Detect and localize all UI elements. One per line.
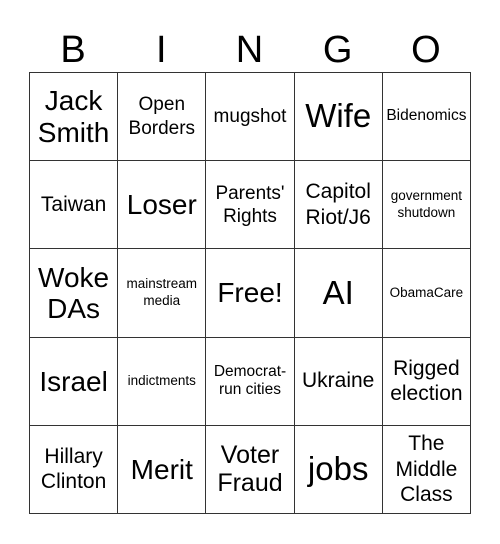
- bingo-cell[interactable]: mugshot: [206, 73, 295, 162]
- header-letter-n: N: [235, 29, 264, 71]
- header-letter-g: G: [322, 29, 353, 71]
- bingo-cell[interactable]: Rigged election: [382, 337, 471, 426]
- header-letter-i: I: [156, 29, 167, 71]
- bingo-cell[interactable]: Woke DAs: [30, 249, 119, 338]
- bingo-cell[interactable]: Hillary Clinton: [30, 425, 119, 514]
- bingo-cell[interactable]: Bidenomics: [382, 73, 471, 162]
- free-space-cell[interactable]: Free!: [206, 249, 295, 338]
- bingo-cell[interactable]: government shutdown: [382, 161, 471, 250]
- bingo-cell[interactable]: Open Borders: [118, 73, 207, 162]
- bingo-cell[interactable]: Israel: [30, 337, 119, 426]
- bingo-cell[interactable]: Jack Smith: [30, 73, 119, 162]
- bingo-cell[interactable]: Wife: [294, 73, 383, 162]
- header-letter-b: B: [60, 29, 86, 71]
- bingo-cell[interactable]: mainstream media: [118, 249, 207, 338]
- bingo-cell[interactable]: Parents' Rights: [206, 161, 295, 250]
- bingo-cell[interactable]: Merit: [118, 425, 207, 514]
- bingo-cell[interactable]: Taiwan: [30, 161, 119, 250]
- header-letter-o: O: [411, 29, 441, 71]
- bingo-header: B I N G O: [29, 28, 470, 73]
- bingo-cell[interactable]: jobs: [294, 425, 383, 514]
- bingo-cell[interactable]: Voter Fraud: [206, 425, 295, 514]
- bingo-cell[interactable]: Loser: [118, 161, 207, 250]
- bingo-cell[interactable]: The Middle Class: [382, 425, 471, 514]
- bingo-cell[interactable]: Democrat- run cities: [206, 337, 295, 426]
- bingo-grid: Jack Smith Open Borders mugshot Wife Bid…: [29, 72, 471, 514]
- bingo-cell[interactable]: Ukraine: [294, 337, 383, 426]
- bingo-cell[interactable]: AI: [294, 249, 383, 338]
- bingo-cell[interactable]: Capitol Riot/J6: [294, 161, 383, 250]
- bingo-cell[interactable]: indictments: [118, 337, 207, 426]
- bingo-cell[interactable]: ObamaCare: [382, 249, 471, 338]
